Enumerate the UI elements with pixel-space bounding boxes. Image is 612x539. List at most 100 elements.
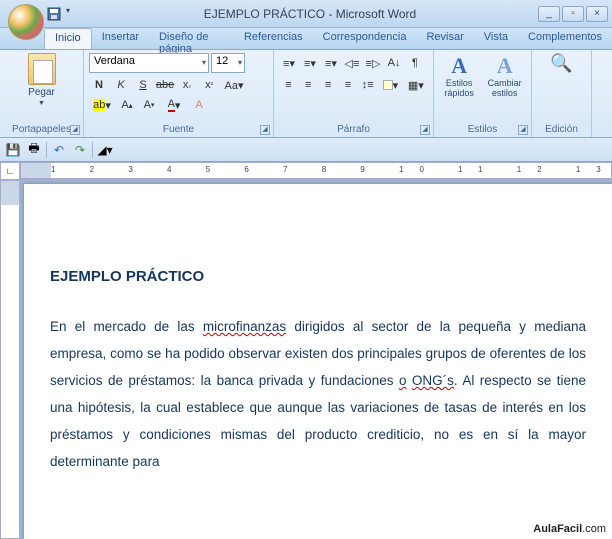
bold-button[interactable]: N [89, 75, 109, 95]
show-marks-button[interactable]: ¶ [405, 53, 425, 73]
italic-button[interactable]: K [111, 75, 131, 95]
tab-inicio[interactable]: Inicio [44, 28, 92, 49]
font-size-value: 12 [216, 55, 228, 67]
font-size-combo[interactable]: 12 ▾ [211, 53, 245, 73]
group-label-font: Fuente [89, 123, 268, 136]
watermark: AulaFacil.com [533, 523, 606, 535]
spelling-error: microfinanzas [203, 319, 286, 334]
group-label-editing: Edición [537, 123, 586, 136]
tab-insertar[interactable]: Insertar [92, 28, 149, 49]
vertical-ruler[interactable] [0, 180, 20, 539]
align-right-button[interactable]: ≡ [319, 75, 338, 95]
tab-diseno[interactable]: Diseño de página [149, 28, 234, 49]
ruler-margin [21, 163, 51, 178]
superscript-button[interactable]: x² [199, 75, 219, 95]
quick-styles-label: Estilos rápidos [439, 79, 479, 99]
group-font: Verdana▾ 12▾ N K S abe x₂ x² Aa▾ ab▾ A▴ … [84, 50, 274, 137]
group-label-paragraph: Párrafo [279, 123, 428, 136]
font-launcher[interactable]: ◢ [260, 125, 270, 135]
font-name-combo[interactable]: Verdana ▾ [89, 53, 209, 73]
paste-button[interactable]: Pegar ▼ [5, 53, 78, 107]
group-clipboard: Pegar ▼ Portapapeles ◢ [0, 50, 84, 137]
ribbon-tabs: Inicio Insertar Diseño de página Referen… [0, 28, 612, 50]
indent-decrease-button[interactable]: ◁≡ [342, 53, 362, 73]
horizontal-ruler[interactable]: 1 2 3 4 5 6 7 8 9 10 11 12 13 14 [20, 162, 612, 179]
window-title: EJEMPLO PRÁCTICO - Microsoft Word [82, 7, 538, 21]
secondary-toolbar: 💾 🖶 ↶ ↷ ◢▾ [0, 138, 612, 162]
tab-referencias[interactable]: Referencias [234, 28, 313, 49]
numbering-button[interactable]: ≡▾ [300, 53, 320, 73]
spelling-error: ONG´s [412, 373, 454, 388]
print-icon[interactable]: 🖶 [25, 141, 43, 159]
change-case-button[interactable]: Aa▾ [221, 75, 247, 95]
sort-button[interactable]: A↓ [384, 53, 404, 73]
drawing-icon[interactable]: ◢▾ [96, 141, 114, 159]
group-editing: 🔍 Edición [532, 50, 592, 137]
separator [46, 142, 47, 158]
window-controls: _ ▫ × [538, 6, 608, 22]
grow-font-button[interactable]: A▴ [117, 95, 137, 115]
shrink-font-button[interactable]: A▾ [139, 95, 159, 115]
body-text: En el mercado de las [50, 319, 203, 334]
font-color-button[interactable]: A▾ [161, 95, 187, 115]
multilevel-button[interactable]: ≡▾ [321, 53, 341, 73]
paste-label: Pegar [28, 87, 55, 98]
tab-selector[interactable]: ∟ [0, 162, 20, 180]
quick-access-toolbar: ▾ [46, 6, 82, 22]
quick-styles-button[interactable]: A Estilos rápidos [439, 53, 479, 99]
group-label-styles: Estilos [439, 123, 526, 136]
tab-correspondencia[interactable]: Correspondencia [313, 28, 417, 49]
title-bar: ▾ EJEMPLO PRÁCTICO - Microsoft Word _ ▫ … [0, 0, 612, 28]
document-area: EJEMPLO PRÁCTICO En el mercado de las mi… [0, 180, 612, 539]
clipboard-icon [28, 53, 56, 85]
change-styles-button[interactable]: A Cambiar estilos [483, 53, 526, 99]
ribbon: Pegar ▼ Portapapeles ◢ Verdana▾ 12▾ N K … [0, 50, 612, 138]
ruler-numbers: 1 2 3 4 5 6 7 8 9 10 11 12 13 14 [51, 165, 612, 174]
vruler-margin [1, 181, 19, 205]
styles-launcher[interactable]: ◢ [518, 125, 528, 135]
line-spacing-button[interactable]: ↕≡ [358, 75, 377, 95]
highlight-button[interactable]: ab▾ [89, 95, 115, 115]
office-button[interactable] [8, 4, 44, 40]
justify-button[interactable]: ≡ [338, 75, 357, 95]
tab-vista[interactable]: Vista [474, 28, 518, 49]
undo-icon[interactable]: ↶ [50, 141, 68, 159]
bullets-button[interactable]: ≡▾ [279, 53, 299, 73]
chevron-down-icon: ▾ [202, 58, 206, 67]
clipboard-launcher[interactable]: ◢ [70, 125, 80, 135]
shading-button[interactable]: ▾ [378, 75, 402, 95]
document-heading: EJEMPLO PRÁCTICO [50, 268, 586, 285]
font-name-value: Verdana [94, 55, 135, 67]
find-button[interactable]: 🔍 [537, 53, 586, 74]
restore-button[interactable]: ▫ [562, 6, 584, 22]
tab-complementos[interactable]: Complementos [518, 28, 612, 49]
align-left-button[interactable]: ≡ [279, 75, 298, 95]
clear-format-button[interactable]: A [189, 95, 209, 115]
align-center-button[interactable]: ≡ [299, 75, 318, 95]
document-body: En el mercado de las microfinanzas dirig… [50, 313, 586, 475]
separator [92, 142, 93, 158]
group-paragraph: ≡▾ ≡▾ ≡▾ ◁≡ ≡▷ A↓ ¶ ≡ ≡ ≡ ≡ ↕≡ ▾ ▦▾ Párr… [274, 50, 434, 137]
watermark-suffix: .com [582, 523, 606, 535]
group-label-clipboard: Portapapeles [5, 123, 78, 136]
subscript-button[interactable]: x₂ [177, 75, 197, 95]
minimize-button[interactable]: _ [538, 6, 560, 22]
watermark-text: AulaFacil [533, 523, 582, 535]
indent-increase-button[interactable]: ≡▷ [363, 53, 383, 73]
change-styles-label: Cambiar estilos [483, 79, 526, 99]
save-icon[interactable] [46, 6, 62, 22]
horizontal-ruler-wrap: ∟ 1 2 3 4 5 6 7 8 9 10 11 12 13 14 [0, 162, 612, 180]
paragraph-launcher[interactable]: ◢ [420, 125, 430, 135]
document-page[interactable]: EJEMPLO PRÁCTICO En el mercado de las mi… [24, 184, 612, 539]
redo-icon[interactable]: ↷ [71, 141, 89, 159]
letter-a-icon: A [497, 53, 513, 79]
borders-button[interactable]: ▦▾ [404, 75, 428, 95]
save-icon[interactable]: 💾 [4, 141, 22, 159]
close-button[interactable]: × [586, 6, 608, 22]
group-styles: A Estilos rápidos A Cambiar estilos Esti… [434, 50, 532, 137]
qat-dropdown-icon[interactable]: ▾ [66, 6, 82, 22]
strikethrough-button[interactable]: abe [155, 75, 175, 95]
chevron-down-icon: ▾ [238, 58, 242, 67]
underline-button[interactable]: S [133, 75, 153, 95]
tab-revisar[interactable]: Revisar [416, 28, 473, 49]
